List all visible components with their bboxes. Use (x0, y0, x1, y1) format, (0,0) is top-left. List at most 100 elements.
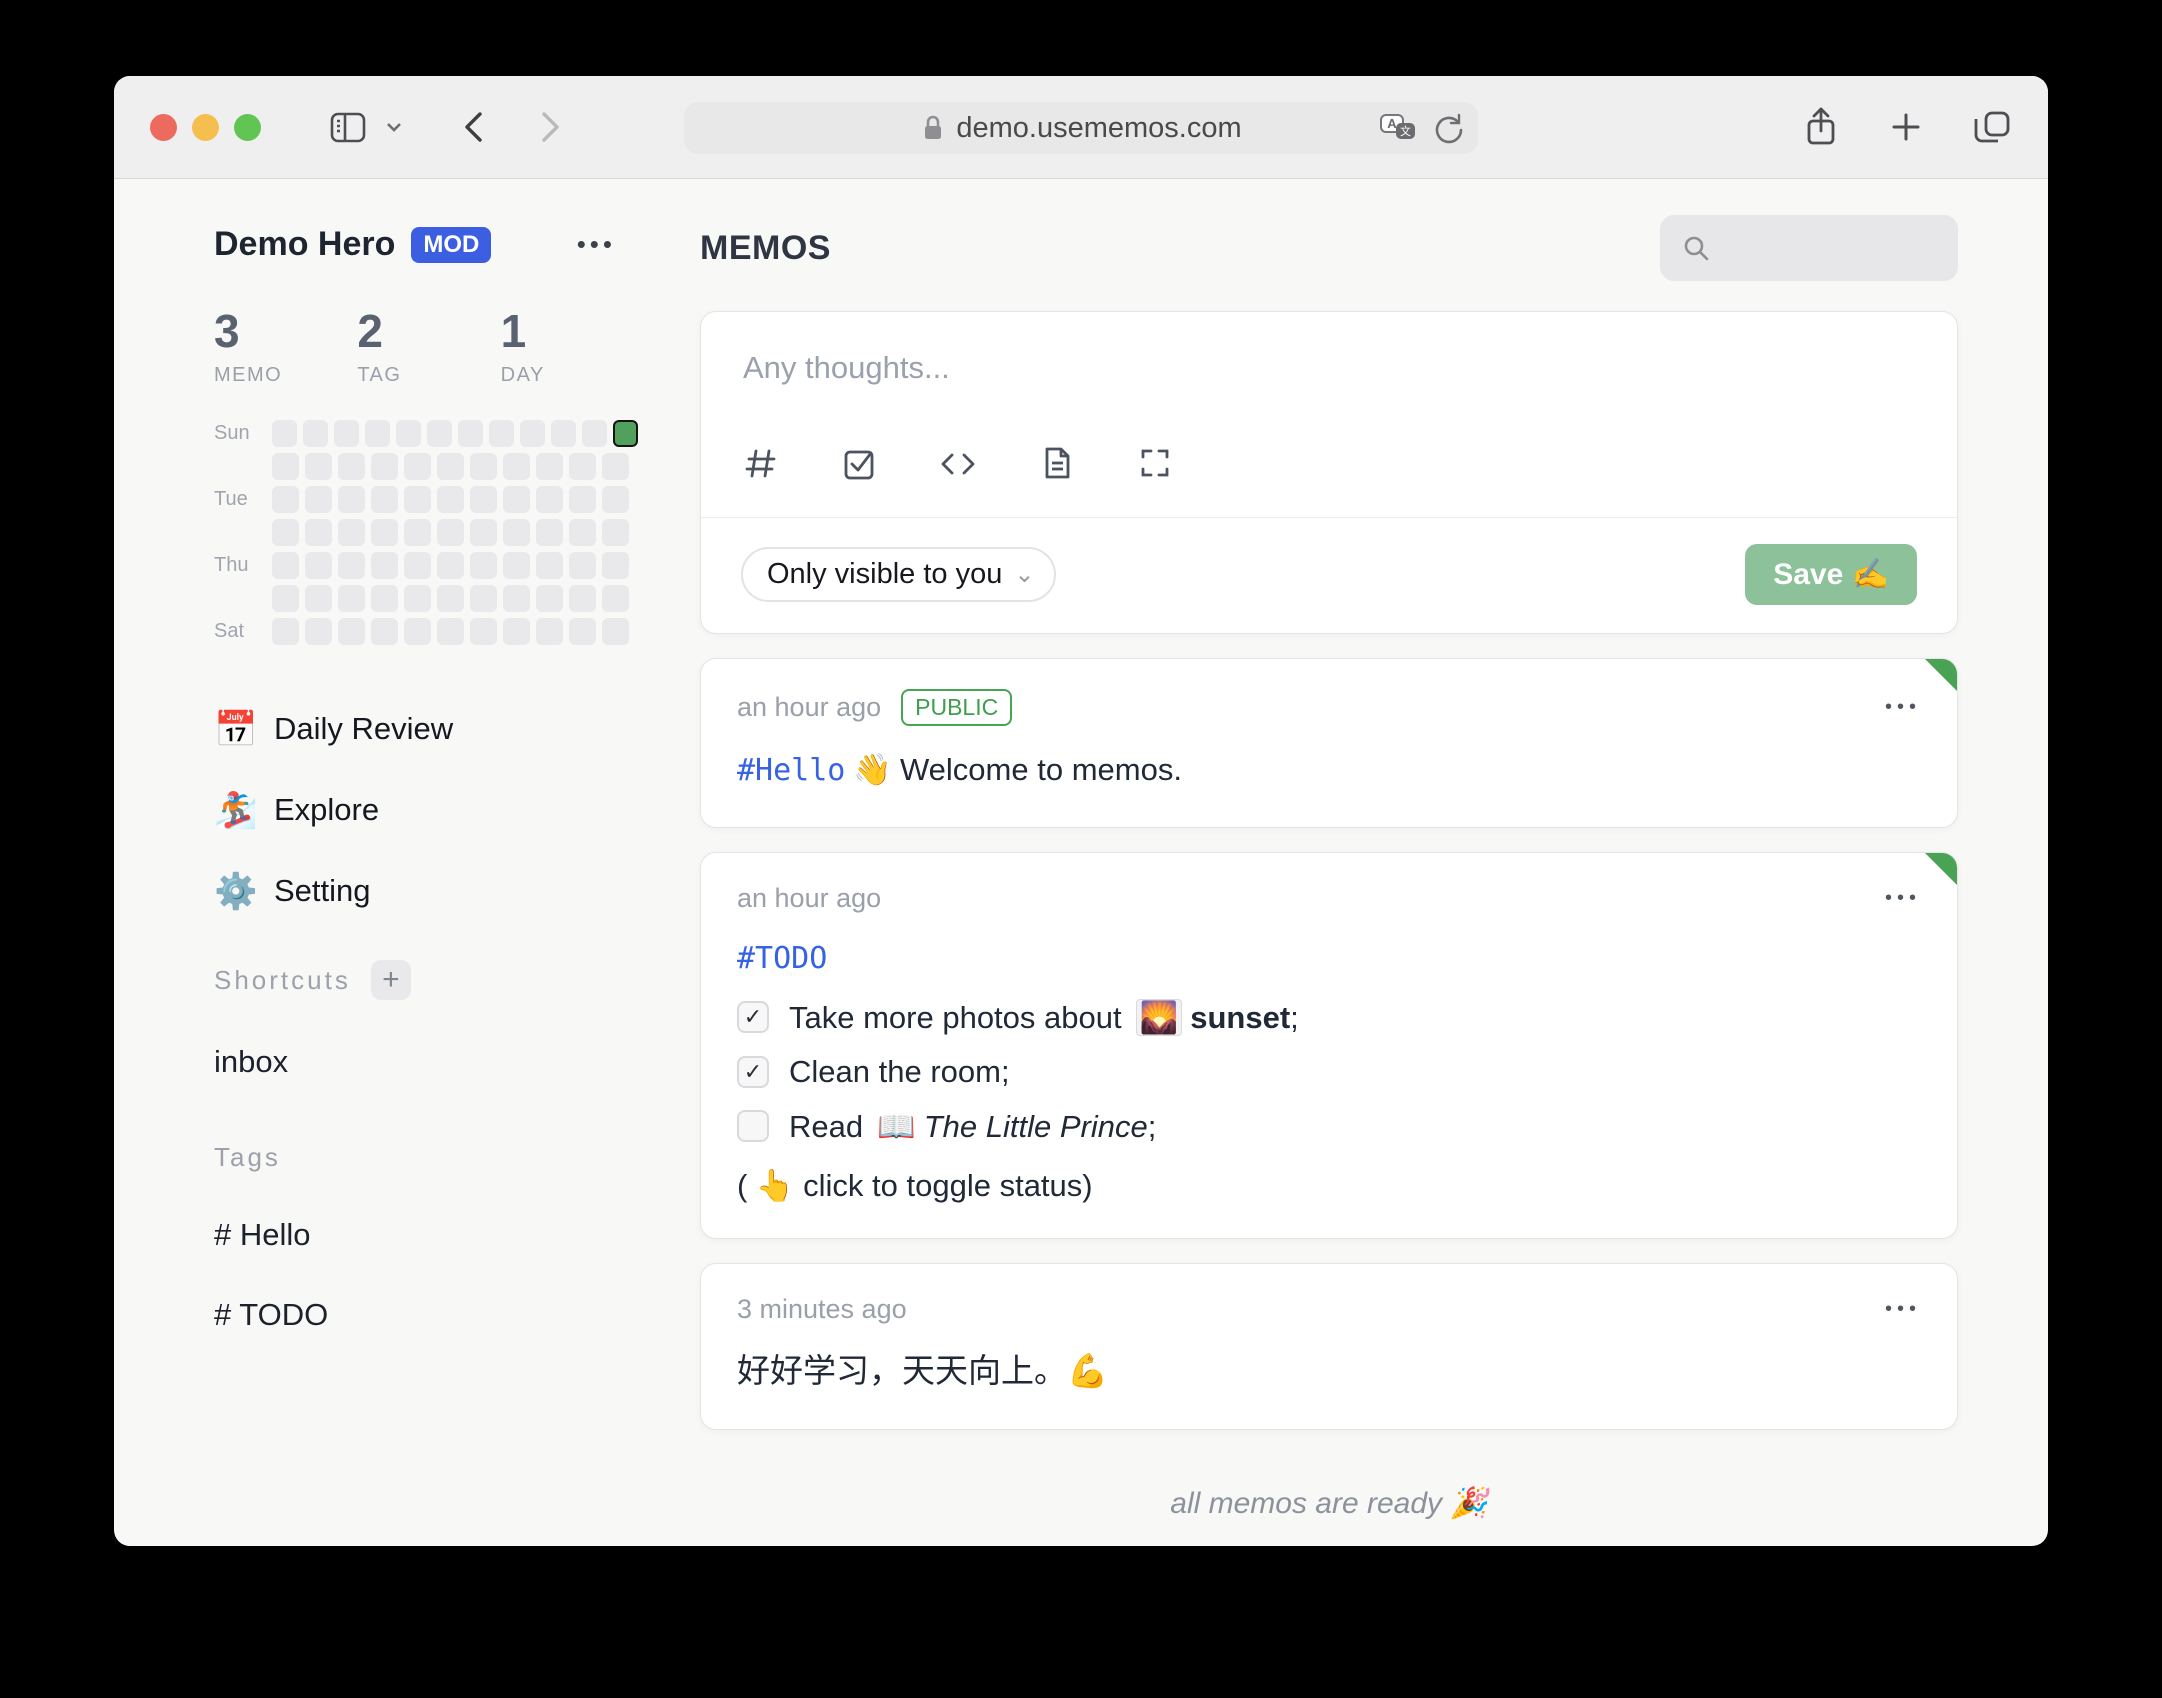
heatmap-cell[interactable] (602, 618, 629, 645)
heatmap-cell[interactable] (305, 552, 332, 579)
save-button[interactable]: Save ✍️ (1745, 544, 1917, 605)
translate-icon[interactable]: A 文 (1378, 111, 1418, 145)
hashtag-icon[interactable] (741, 443, 781, 483)
tag-link-todo[interactable]: #TODO (737, 941, 827, 976)
heatmap-cell[interactable] (364, 420, 390, 447)
heatmap-cell[interactable] (602, 552, 629, 579)
heatmap-cell[interactable] (569, 486, 596, 513)
heatmap-cell[interactable] (305, 618, 332, 645)
forward-button[interactable] (533, 107, 567, 147)
heatmap-cell[interactable] (503, 552, 530, 579)
heatmap-cell[interactable] (602, 453, 629, 480)
back-button[interactable] (457, 107, 491, 147)
heatmap-cell[interactable] (371, 585, 398, 612)
share-icon[interactable] (1802, 105, 1840, 149)
heatmap-cell[interactable] (272, 420, 297, 447)
memo-menu-icon[interactable]: ••• (1885, 696, 1921, 719)
visibility-dropdown[interactable]: Only visible to you ⌄ (741, 547, 1057, 602)
checklist-icon[interactable] (839, 443, 879, 483)
heatmap-cell[interactable] (371, 552, 398, 579)
heatmap-cell[interactable] (437, 585, 464, 612)
heatmap-cell[interactable] (503, 519, 530, 546)
heatmap-cell[interactable] (536, 486, 563, 513)
heatmap-cell[interactable] (338, 486, 365, 513)
heatmap-cell[interactable] (338, 552, 365, 579)
heatmap-cell[interactable] (404, 519, 431, 546)
heatmap-cell[interactable] (371, 519, 398, 546)
heatmap-cell[interactable] (437, 618, 464, 645)
sidebar-item-setting[interactable]: ⚙️ Setting (214, 866, 644, 916)
zoom-window-button[interactable] (234, 113, 261, 141)
fullscreen-icon[interactable] (1135, 443, 1175, 483)
minimize-window-button[interactable] (192, 113, 219, 141)
heatmap-cell[interactable] (569, 519, 596, 546)
search-input[interactable] (1722, 231, 1952, 265)
search-box[interactable] (1660, 215, 1958, 281)
chevron-down-icon[interactable] (383, 116, 405, 138)
heatmap-cell[interactable] (503, 618, 530, 645)
heatmap-cell[interactable] (404, 453, 431, 480)
tag-item-todo[interactable]: # TODO (214, 1297, 644, 1333)
heatmap-cell[interactable] (470, 519, 497, 546)
user-menu-icon[interactable]: ••• (577, 229, 616, 260)
heatmap-cell[interactable] (536, 585, 563, 612)
heatmap-cell[interactable] (536, 453, 563, 480)
heatmap-cell[interactable] (470, 552, 497, 579)
close-window-button[interactable] (150, 113, 177, 141)
heatmap-cell[interactable] (272, 486, 299, 513)
heatmap-cell[interactable] (272, 552, 299, 579)
heatmap-cell[interactable] (302, 420, 328, 447)
heatmap-cell[interactable] (272, 453, 299, 480)
heatmap-cell[interactable] (581, 420, 607, 447)
heatmap-cell[interactable] (305, 585, 332, 612)
heatmap-cell[interactable] (519, 420, 545, 447)
code-icon[interactable] (937, 443, 979, 483)
heatmap-cell[interactable] (569, 453, 596, 480)
heatmap-cell[interactable] (371, 618, 398, 645)
heatmap-cell[interactable] (371, 486, 398, 513)
heatmap-cell[interactable] (426, 420, 452, 447)
heatmap-cell[interactable] (503, 585, 530, 612)
heatmap-cell[interactable] (404, 585, 431, 612)
heatmap-cell[interactable] (569, 618, 596, 645)
memo-menu-icon[interactable]: ••• (1885, 887, 1921, 910)
heatmap-cell[interactable] (602, 519, 629, 546)
heatmap-cell[interactable] (305, 486, 332, 513)
heatmap-cell[interactable] (602, 486, 629, 513)
shortcut-item-inbox[interactable]: inbox (214, 1044, 644, 1080)
new-tab-icon[interactable] (1888, 109, 1924, 145)
sidebar-item-explore[interactable]: 🏂 Explore (214, 785, 644, 835)
heatmap-cell[interactable] (305, 519, 332, 546)
heatmap-cell[interactable] (536, 519, 563, 546)
heatmap-cell[interactable] (338, 585, 365, 612)
heatmap-cell[interactable] (470, 618, 497, 645)
checkbox-checked[interactable]: ✓ (737, 1001, 769, 1034)
heatmap-cell[interactable] (395, 420, 421, 447)
heatmap-cell-today[interactable] (612, 420, 638, 447)
heatmap-cell[interactable] (437, 453, 464, 480)
add-shortcut-button[interactable]: + (370, 960, 411, 1000)
heatmap-cell[interactable] (503, 453, 530, 480)
memo-menu-icon[interactable]: ••• (1885, 1298, 1921, 1321)
heatmap-cell[interactable] (536, 552, 563, 579)
heatmap-cell[interactable] (470, 585, 497, 612)
sidebar-item-daily-review[interactable]: 📅 Daily Review (214, 704, 644, 754)
checkbox-checked[interactable]: ✓ (737, 1055, 769, 1088)
heatmap-cell[interactable] (457, 420, 483, 447)
memo-editor-input[interactable] (741, 348, 1917, 432)
heatmap-cell[interactable] (437, 519, 464, 546)
heatmap-cell[interactable] (333, 420, 359, 447)
heatmap-cell[interactable] (404, 618, 431, 645)
tag-item-hello[interactable]: # Hello (214, 1217, 644, 1253)
heatmap-cell[interactable] (503, 486, 530, 513)
tag-link-hello[interactable]: #Hello (737, 753, 845, 788)
heatmap-cell[interactable] (470, 453, 497, 480)
heatmap-cell[interactable] (338, 618, 365, 645)
reload-icon[interactable] (1432, 112, 1464, 144)
heatmap-cell[interactable] (536, 618, 563, 645)
heatmap-cell[interactable] (272, 618, 299, 645)
heatmap-cell[interactable] (437, 552, 464, 579)
heatmap-cell[interactable] (338, 453, 365, 480)
heatmap-cell[interactable] (404, 486, 431, 513)
address-bar[interactable]: demo.usememos.com A 文 (684, 102, 1478, 154)
